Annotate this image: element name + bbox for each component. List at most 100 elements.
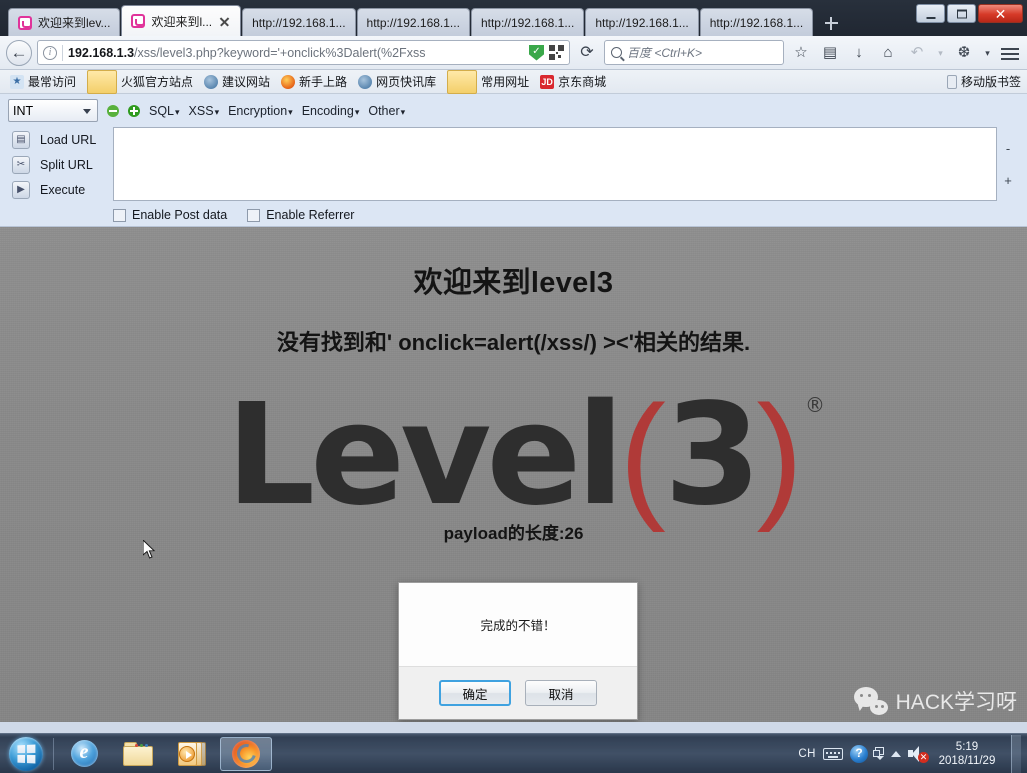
network-icon[interactable] <box>873 747 884 760</box>
internet-explorer-icon: e <box>70 740 98 767</box>
taskbar-item-firefox[interactable] <box>220 736 272 771</box>
menu-hamburger-icon[interactable] <box>999 40 1021 66</box>
bookmark-item[interactable]: 常用网址 <box>443 69 533 95</box>
browser-tab[interactable]: http://192.168.1... <box>585 8 699 36</box>
bookmark-label: 网页快讯库 <box>376 75 437 89</box>
browser-tab[interactable]: http://192.168.1... <box>699 8 814 36</box>
home-icon[interactable]: ⌂ <box>876 40 900 66</box>
execute-button[interactable]: ▶ Execute <box>8 177 113 202</box>
divider <box>62 44 63 61</box>
browser-tab[interactable]: http://192.168.1... <box>242 8 356 36</box>
load-url-button[interactable]: ▤ Load URL <box>8 127 113 152</box>
folder-icon <box>87 69 118 94</box>
zoom-in-button[interactable]: + <box>1004 174 1012 187</box>
url-text: 192.168.1.3/xss/level3.php?keyword='+onc… <box>68 46 524 60</box>
browser-tab-active[interactable]: 欢迎来到l... <box>121 5 242 36</box>
downloads-icon[interactable]: ↓ <box>847 40 871 66</box>
clock-time: 5:19 <box>955 740 979 753</box>
bookmark-item[interactable]: ★ 最常访问 <box>6 72 80 91</box>
site-info-icon[interactable]: i <box>43 45 57 60</box>
hackbar-url-textarea[interactable] <box>113 127 997 201</box>
page-search-result-text: 没有找到和' onclick=alert(/xss/) ><'相关的结果. <box>276 330 751 355</box>
taskbar-item-media-player[interactable] <box>166 737 218 771</box>
taskbar-item-internet-explorer[interactable]: e <box>58 737 110 771</box>
bookmark-item[interactable]: 新手上路 <box>277 72 351 91</box>
shield-icon[interactable]: ✓ <box>529 44 544 61</box>
show-desktop-button[interactable] <box>1011 734 1021 773</box>
confirm-button[interactable]: 确定 <box>439 680 511 706</box>
bookmark-star-icon[interactable]: ☆ <box>789 40 813 66</box>
reader-view-icon[interactable]: ▤ <box>818 40 842 66</box>
remove-icon[interactable] <box>107 104 119 117</box>
volume-muted-icon[interactable]: ✕ <box>908 745 929 763</box>
bookmark-item[interactable]: 建议网站 <box>200 72 274 91</box>
qr-code-icon[interactable] <box>549 45 564 60</box>
page-title: 欢迎来到level3 <box>413 267 614 299</box>
maximize-button[interactable] <box>947 4 976 23</box>
tab-title: http://192.168.1... <box>252 15 346 30</box>
bookmark-item[interactable]: JD 京东商城 <box>536 72 610 91</box>
address-bar[interactable]: i 192.168.1.3/xss/level3.php?keyword='+o… <box>37 40 570 65</box>
bookmark-label: 常用网址 <box>481 75 530 89</box>
windows-taskbar: e CH ? ✕ 5:19 2018/11/29 <box>0 733 1027 773</box>
load-url-icon: ▤ <box>12 130 30 149</box>
bookmark-item[interactable]: 火狐官方站点 <box>83 69 197 95</box>
history-chevron-down-icon[interactable]: ▾ <box>934 40 947 66</box>
close-icon[interactable] <box>218 15 231 28</box>
hackbar-menu-encryption[interactable]: Encryption▾ <box>228 104 293 118</box>
taskbar-item-file-explorer[interactable] <box>112 737 164 771</box>
hackbar-body: ▤ Load URL ✂ Split URL ▶ Execute - + <box>0 127 1027 202</box>
hackbar-menu-xss[interactable]: XSS▾ <box>189 104 220 118</box>
help-icon[interactable]: ? <box>850 744 868 763</box>
add-icon[interactable] <box>128 104 140 117</box>
browser-tab[interactable]: 欢迎来到lev... <box>8 8 121 36</box>
clock[interactable]: 5:19 2018/11/29 <box>934 740 1000 768</box>
reload-button[interactable]: ⟳ <box>575 41 599 65</box>
mobile-bookmarks-item[interactable]: 移动版书签 <box>946 73 1021 90</box>
show-hidden-icons-icon[interactable] <box>891 750 901 757</box>
mobile-device-icon <box>946 74 957 89</box>
close-window-button[interactable]: ✕ <box>978 4 1023 23</box>
addon-chevron-down-icon[interactable]: ▾ <box>981 40 994 66</box>
chevron-down-icon: ▾ <box>400 106 406 117</box>
browser-tab[interactable]: http://192.168.1... <box>470 8 585 36</box>
checkbox-box <box>247 208 261 222</box>
zoom-out-button[interactable]: - <box>1006 142 1010 155</box>
navigation-toolbar: i 192.168.1.3/xss/level3.php?keyword='+o… <box>0 36 1027 70</box>
folder-icon <box>123 741 153 766</box>
maximize-icon <box>956 9 967 18</box>
hackbar-menu-other[interactable]: Other▾ <box>368 104 405 118</box>
addon-icon[interactable]: ❆ <box>952 40 976 66</box>
cancel-button[interactable]: 取消 <box>525 680 597 706</box>
bookmarks-bar: ★ 最常访问 火狐官方站点 建议网站 新手上路 网页快讯库 常用网址 JD 京东… <box>0 69 1027 95</box>
tab-title: http://192.168.1... <box>366 15 460 30</box>
hackbar-menu-sql[interactable]: SQL▾ <box>149 104 180 118</box>
back-button[interactable] <box>6 39 32 66</box>
chevron-down-icon: ▾ <box>214 106 220 117</box>
enable-referrer-checkbox[interactable]: Enable Referrer <box>247 208 354 222</box>
ime-indicator[interactable]: CH <box>798 748 816 760</box>
chevron-down-icon: ▾ <box>288 106 293 117</box>
minimize-icon <box>926 16 935 19</box>
bookmark-item[interactable]: 网页快讯库 <box>354 72 440 91</box>
execute-label: Execute <box>40 182 86 197</box>
hackbar-menu-encoding[interactable]: Encoding▾ <box>302 104 360 118</box>
minimize-button[interactable] <box>916 4 945 23</box>
level3-logo: Level(3) ® <box>0 385 1027 526</box>
enable-post-data-checkbox[interactable]: Enable Post data <box>113 208 227 222</box>
window-controls: ✕ <box>916 4 1023 23</box>
star-icon: ★ <box>10 74 24 89</box>
start-button[interactable] <box>2 735 50 773</box>
browser-tab[interactable]: http://192.168.1... <box>356 8 470 36</box>
firefox-icon <box>232 739 260 768</box>
search-box[interactable]: 百度 <Ctrl+K> <box>604 40 784 65</box>
tab-strip: 欢迎来到lev... 欢迎来到l... http://192.168.1... … <box>0 0 1027 36</box>
screen: 欢迎来到lev... 欢迎来到l... http://192.168.1... … <box>0 0 1027 773</box>
bookmark-label: 建议网站 <box>222 75 271 89</box>
split-url-button[interactable]: ✂ Split URL <box>8 152 113 177</box>
new-tab-button[interactable] <box>818 10 844 36</box>
history-icon[interactable]: ↶ <box>905 40 929 66</box>
keyboard-icon[interactable] <box>823 747 843 760</box>
hackbar-type-select[interactable]: INT <box>8 99 98 122</box>
tab-title: http://192.168.1... <box>709 15 804 30</box>
